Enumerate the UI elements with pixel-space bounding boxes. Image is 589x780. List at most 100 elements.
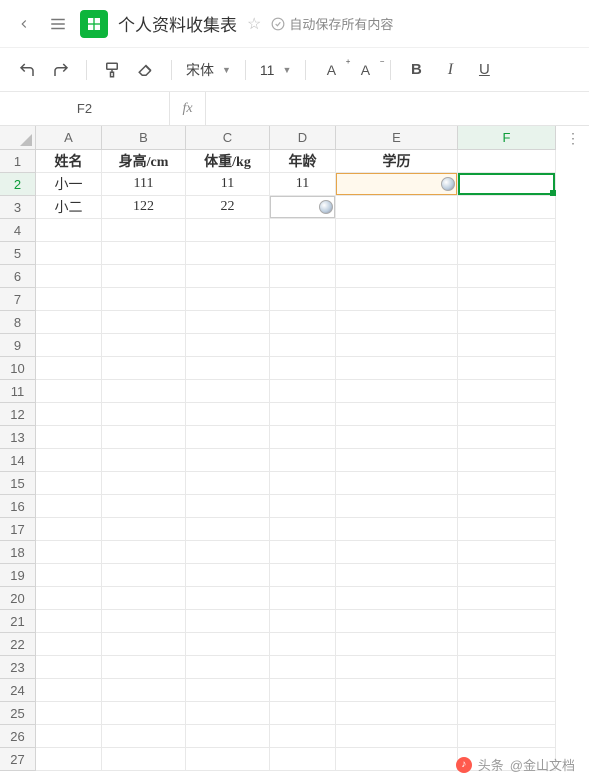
column-header-D[interactable]: D <box>270 126 336 150</box>
font-size-select[interactable]: 11 ▼ <box>256 55 295 85</box>
cell-D14[interactable] <box>270 449 336 472</box>
cell-E21[interactable] <box>336 610 458 633</box>
row-header-10[interactable]: 10 <box>0 357 36 380</box>
cell-B16[interactable] <box>102 495 186 518</box>
cell-B27[interactable] <box>102 748 186 771</box>
cell-B11[interactable] <box>102 380 186 403</box>
cell-F17[interactable] <box>458 518 556 541</box>
cell-C2[interactable]: 11 <box>186 173 270 196</box>
column-header-F[interactable]: F <box>458 126 556 150</box>
cell-A14[interactable] <box>36 449 102 472</box>
column-header-C[interactable]: C <box>186 126 270 150</box>
cell-B2[interactable]: 111 <box>102 173 186 196</box>
cell-E19[interactable] <box>336 564 458 587</box>
row-header-4[interactable]: 4 <box>0 219 36 242</box>
cell-C18[interactable] <box>186 541 270 564</box>
cell-D5[interactable] <box>270 242 336 265</box>
column-header-E[interactable]: E <box>336 126 458 150</box>
cell-F25[interactable] <box>458 702 556 725</box>
cell-A15[interactable] <box>36 472 102 495</box>
cell-E24[interactable] <box>336 679 458 702</box>
cell-D16[interactable] <box>270 495 336 518</box>
row-header-27[interactable]: 27 <box>0 748 36 771</box>
row-header-17[interactable]: 17 <box>0 518 36 541</box>
cell-D25[interactable] <box>270 702 336 725</box>
formula-input[interactable] <box>206 92 589 125</box>
cell-F1[interactable] <box>458 150 556 173</box>
row-header-7[interactable]: 7 <box>0 288 36 311</box>
cell-B13[interactable] <box>102 426 186 449</box>
cell-E25[interactable] <box>336 702 458 725</box>
row-header-11[interactable]: 11 <box>0 380 36 403</box>
cell-D19[interactable] <box>270 564 336 587</box>
cell-B23[interactable] <box>102 656 186 679</box>
cell-C13[interactable] <box>186 426 270 449</box>
cell-E14[interactable] <box>336 449 458 472</box>
cell-B1[interactable]: 身高/cm <box>102 150 186 173</box>
cell-F14[interactable] <box>458 449 556 472</box>
cell-C1[interactable]: 体重/kg <box>186 150 270 173</box>
cell-A17[interactable] <box>36 518 102 541</box>
row-header-8[interactable]: 8 <box>0 311 36 334</box>
cell-A10[interactable] <box>36 357 102 380</box>
row-header-25[interactable]: 25 <box>0 702 36 725</box>
cell-D21[interactable] <box>270 610 336 633</box>
cell-reference[interactable]: F2 <box>0 92 170 125</box>
format-painter-button[interactable] <box>97 55 127 85</box>
cell-D20[interactable] <box>270 587 336 610</box>
cell-E12[interactable] <box>336 403 458 426</box>
cell-C7[interactable] <box>186 288 270 311</box>
cell-B14[interactable] <box>102 449 186 472</box>
back-button[interactable] <box>12 12 36 36</box>
cell-E10[interactable] <box>336 357 458 380</box>
cell-F23[interactable] <box>458 656 556 679</box>
cell-B24[interactable] <box>102 679 186 702</box>
cell-B21[interactable] <box>102 610 186 633</box>
cell-F11[interactable] <box>458 380 556 403</box>
cell-F5[interactable] <box>458 242 556 265</box>
row-header-24[interactable]: 24 <box>0 679 36 702</box>
cell-B4[interactable] <box>102 219 186 242</box>
undo-button[interactable] <box>12 55 42 85</box>
cell-A23[interactable] <box>36 656 102 679</box>
cell-A6[interactable] <box>36 265 102 288</box>
cell-C15[interactable] <box>186 472 270 495</box>
cell-F16[interactable] <box>458 495 556 518</box>
cell-E23[interactable] <box>336 656 458 679</box>
cell-D11[interactable] <box>270 380 336 403</box>
cell-D4[interactable] <box>270 219 336 242</box>
cell-F6[interactable] <box>458 265 556 288</box>
row-header-26[interactable]: 26 <box>0 725 36 748</box>
font-family-select[interactable]: 宋体 ▼ <box>182 55 235 85</box>
cell-D26[interactable] <box>270 725 336 748</box>
cell-D6[interactable] <box>270 265 336 288</box>
column-header-A[interactable]: A <box>36 126 102 150</box>
increase-font-button[interactable]: A+ <box>316 55 346 85</box>
cell-A7[interactable] <box>36 288 102 311</box>
cell-D22[interactable] <box>270 633 336 656</box>
cell-F26[interactable] <box>458 725 556 748</box>
cell-A1[interactable]: 姓名 <box>36 150 102 173</box>
cell-E6[interactable] <box>336 265 458 288</box>
cell-C19[interactable] <box>186 564 270 587</box>
fx-label[interactable]: fx <box>170 92 206 125</box>
cell-C6[interactable] <box>186 265 270 288</box>
cell-D24[interactable] <box>270 679 336 702</box>
redo-button[interactable] <box>46 55 76 85</box>
cell-D13[interactable] <box>270 426 336 449</box>
cell-E22[interactable] <box>336 633 458 656</box>
cell-C14[interactable] <box>186 449 270 472</box>
cell-A20[interactable] <box>36 587 102 610</box>
cell-A5[interactable] <box>36 242 102 265</box>
cell-A11[interactable] <box>36 380 102 403</box>
row-header-2[interactable]: 2 <box>0 173 36 196</box>
cell-C24[interactable] <box>186 679 270 702</box>
cell-E8[interactable] <box>336 311 458 334</box>
cell-B26[interactable] <box>102 725 186 748</box>
cell-C8[interactable] <box>186 311 270 334</box>
row-header-19[interactable]: 19 <box>0 564 36 587</box>
row-header-5[interactable]: 5 <box>0 242 36 265</box>
underline-button[interactable]: U <box>469 55 499 85</box>
cell-B12[interactable] <box>102 403 186 426</box>
cell-A12[interactable] <box>36 403 102 426</box>
